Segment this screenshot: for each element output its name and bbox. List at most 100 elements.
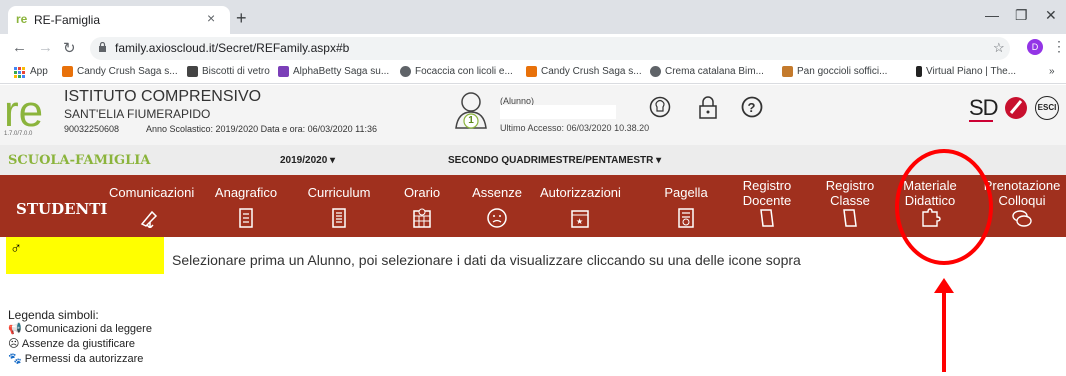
biscotti-icon: [187, 66, 198, 77]
alunno-name-field: [500, 105, 616, 119]
nav-label-line2: Didattico: [904, 193, 956, 208]
back-icon[interactable]: ←: [12, 39, 27, 56]
lightbulb-icon[interactable]: [649, 96, 671, 120]
nav-materiale-didattico[interactable]: Materiale Didattico: [890, 178, 970, 228]
sad-face-icon: ☹: [8, 338, 20, 350]
bookmark-item[interactable]: Pan goccioli soffici...: [797, 66, 887, 77]
version-label: 1.7.0/7.0.0: [4, 131, 33, 137]
student-count: 1: [468, 115, 474, 126]
candy-crush-icon: [62, 66, 73, 77]
sad-face-icon: [487, 208, 507, 228]
chat-bubbles-icon: [1012, 210, 1032, 227]
bookmark-item[interactable]: Candy Crush Saga s...: [541, 66, 642, 77]
class-register-icon: [843, 209, 857, 227]
alphabetty-icon: [278, 66, 289, 77]
window-close-icon[interactable]: ✕: [1045, 7, 1057, 24]
puzzle-icon: [922, 208, 941, 227]
bookmark-item[interactable]: Focaccia con licoli e...: [415, 66, 513, 77]
legend-item-comunicazioni: 📢 Comunicazioni da leggere: [8, 322, 152, 335]
apps-grid-icon[interactable]: [14, 67, 25, 78]
legend-label: Assenze da giustificare: [21, 338, 136, 350]
bookmark-star-icon[interactable]: ☆: [993, 40, 1005, 56]
nav-label-line2: Classe: [830, 193, 870, 208]
legend-label: Comunicazioni da leggere: [24, 323, 152, 335]
url-text: family.axioscloud.it/Secret/REFamily.asp…: [115, 41, 350, 55]
svg-text:re: re: [16, 12, 28, 24]
nav-comunicazioni[interactable]: Comunicazioni: [109, 178, 194, 228]
paw-icon: 🐾: [8, 353, 22, 365]
report-card-icon: [678, 208, 694, 228]
nav-label-line1: Registro: [825, 178, 875, 193]
nav-anagrafico[interactable]: Anagrafico: [206, 178, 286, 228]
axios-logo-icon: [1005, 97, 1027, 119]
nav-autorizzazioni[interactable]: Autorizzazioni ★: [540, 178, 621, 228]
school-name: ISTITUTO COMPRENSIVO: [64, 88, 262, 105]
instruction-text: Selezionare prima un Alunno, poi selezio…: [172, 252, 801, 268]
bookmark-item[interactable]: Virtual Piano | The...: [926, 66, 1016, 77]
megaphone-icon: 📢: [8, 323, 22, 335]
lock-icon[interactable]: [697, 96, 719, 120]
school-year-select[interactable]: 2019/2020 ▾: [280, 155, 335, 166]
bookmark-item[interactable]: Biscotti di vetro: [202, 66, 270, 77]
re-logo-icon: re: [4, 88, 43, 130]
tab-title: RE-Famiglia: [34, 13, 101, 27]
legend-item-permessi: 🐾 Permessi da autorizzare: [8, 352, 143, 365]
tab-close-icon[interactable]: ×: [207, 10, 215, 26]
scuola-famiglia-label: SCUOLA-FAMIGLIA: [8, 153, 151, 168]
new-tab-button[interactable]: +: [236, 8, 247, 29]
timetable-icon: [413, 208, 431, 228]
school-year-datetime: Anno Scolastico: 2019/2020 Data e ora: 0…: [146, 124, 378, 134]
student-selector-box[interactable]: [6, 237, 164, 274]
maximize-icon[interactable]: ❐: [1015, 7, 1028, 24]
bookmark-item[interactable]: AlphaBetty Saga su...: [293, 66, 389, 77]
nav-label: Comunicazioni: [109, 185, 195, 200]
lock-icon: [99, 42, 106, 52]
globe-icon: [400, 66, 411, 77]
sd-brand-logo: SD: [969, 95, 999, 120]
nav-label: Pagella: [664, 185, 708, 200]
nav-curriculum[interactable]: Curriculum: [299, 178, 379, 228]
candy-crush-icon: [526, 66, 537, 77]
more-bookmarks-icon[interactable]: »: [1049, 66, 1055, 77]
pan-icon: [782, 66, 793, 77]
reload-icon[interactable]: ↻: [63, 39, 76, 57]
svg-text:★: ★: [576, 217, 583, 226]
svg-text:?: ?: [748, 100, 756, 115]
esci-button[interactable]: ESCI: [1035, 96, 1059, 120]
id-card-icon: [239, 208, 253, 228]
bookmark-item[interactable]: Candy Crush Saga s...: [77, 66, 178, 77]
annotation-arrow-head: [934, 278, 954, 293]
legend-item-assenze: ☹ Assenze da giustificare: [8, 337, 135, 350]
bookmark-item[interactable]: Crema catalana Bim...: [665, 66, 764, 77]
nav-label-line2: Colloqui: [998, 193, 1046, 208]
calendar-star-icon: ★: [571, 210, 589, 228]
nav-label-line1: Registro: [742, 178, 792, 193]
re-favicon-icon: re: [16, 12, 28, 24]
forward-icon[interactable]: →: [38, 39, 53, 56]
minimize-icon[interactable]: —: [985, 7, 999, 23]
nav-label: Orario: [403, 185, 441, 200]
period-select[interactable]: SECONDO QUADRIMESTRE/PENTAMESTR ▾: [448, 155, 661, 166]
nav-label-line1: Prenotazione: [983, 178, 1061, 193]
school-location: SANT'ELIA FIUMERAPIDO: [64, 107, 211, 121]
legend-title: Legenda simboli:: [8, 308, 99, 322]
nav-orario[interactable]: Orario: [382, 178, 462, 228]
legend-label: Permessi da autorizzare: [24, 353, 144, 365]
nav-label-line1: Materiale: [903, 178, 957, 193]
nav-registro-classe[interactable]: Registro Classe: [810, 178, 890, 228]
nav-label: Autorizzazioni: [540, 185, 621, 200]
virtual-piano-icon: [916, 66, 922, 77]
nav-pagella[interactable]: Pagella: [646, 178, 726, 228]
megaphone-icon: [140, 210, 158, 228]
nav-label: Assenze: [472, 185, 522, 200]
nav-registro-docente[interactable]: Registro Docente: [727, 178, 807, 228]
bookmark-apps[interactable]: App: [30, 66, 48, 77]
menu-dots-icon[interactable]: ⋮: [1052, 38, 1066, 55]
nav-section-studenti: STUDENTI: [16, 200, 108, 218]
globe-icon: [650, 66, 661, 77]
nav-prenotazione-colloqui[interactable]: Prenotazione Colloqui: [978, 178, 1066, 228]
help-icon[interactable]: ?: [741, 96, 763, 120]
nav-assenze[interactable]: Assenze: [457, 178, 537, 228]
document-icon: [332, 208, 346, 228]
profile-avatar[interactable]: D: [1027, 39, 1043, 55]
